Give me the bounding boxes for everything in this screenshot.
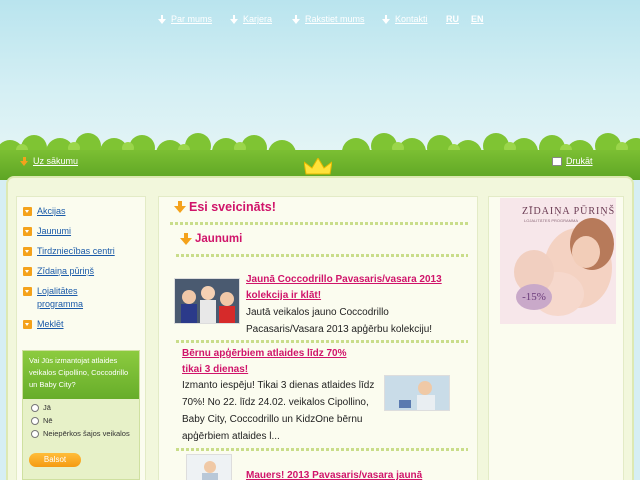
arrow-down-icon	[230, 14, 238, 24]
news-summary: Izmanto iespēju! Tikai 3 dienas atlaides…	[182, 380, 375, 442]
arrow-down-icon	[292, 14, 300, 24]
language-en-link[interactable]: EN	[471, 14, 484, 24]
sidebar-item-label[interactable]: Akcijas	[37, 205, 66, 218]
poll-option-label: Neiepērkos šajos veikalos	[43, 429, 130, 438]
children-photo-icon	[175, 279, 239, 323]
sidebar-item-akcijas[interactable]: Akcijas	[23, 205, 139, 218]
news-title-link[interactable]: Mauers! 2013 Pavasaris/vasara jaunā	[246, 468, 466, 480]
sidebar-item-label[interactable]: Meklēt	[37, 318, 64, 331]
news-title-link[interactable]: Jaunā Coccodrillo Pavasaris/vasara 2013 …	[246, 272, 466, 304]
arrow-bullet-icon	[23, 227, 32, 236]
arrow-down-icon	[174, 201, 186, 213]
arrow-down-icon	[158, 14, 166, 24]
sidebar-item-label[interactable]: Tirdzniecības centri	[37, 245, 115, 258]
news-thumbnail[interactable]	[186, 454, 232, 480]
promo-title: ZĪDAIŅA PŪRIŅŠ	[522, 206, 616, 217]
nav-label: Rakstiet mums	[305, 14, 365, 24]
poll-option[interactable]: Neiepērkos šajos veikalos	[31, 429, 139, 438]
arrow-down-icon	[382, 14, 390, 24]
printer-icon	[552, 156, 562, 166]
crown-icon	[304, 158, 332, 175]
nav-label: Karjera	[243, 14, 273, 24]
divider	[176, 340, 468, 343]
sidebar-item-jaunumi[interactable]: Jaunumi	[23, 225, 139, 238]
poll-option[interactable]: Nē	[31, 416, 139, 425]
divider	[176, 254, 468, 257]
news-thumbnail[interactable]	[384, 375, 450, 411]
sidebar-item-label[interactable]: Lojalitātes programma	[37, 285, 101, 311]
baby-photo-icon	[385, 376, 449, 410]
nav-label: Par mums	[171, 14, 213, 24]
arrow-bullet-icon	[23, 287, 32, 296]
divider	[176, 448, 468, 451]
arrow-bullet-icon	[23, 320, 32, 329]
welcome-heading-text: Esi sveicināts!	[189, 200, 276, 214]
radio-button[interactable]	[31, 429, 39, 438]
discount-badge: -15%	[516, 284, 552, 310]
radio-button[interactable]	[31, 416, 39, 425]
child-photo-icon	[187, 455, 231, 480]
poll-option-label: Jā	[43, 403, 51, 412]
poll-option[interactable]: Jā	[31, 403, 139, 412]
sidebar-item-centri[interactable]: Tirdzniecības centri	[23, 245, 139, 258]
nav-item-contacts[interactable]: Kontakti	[382, 14, 428, 24]
nav-item-write-us[interactable]: Rakstiet mums	[292, 14, 365, 24]
news-thumbnail[interactable]	[174, 278, 240, 324]
poll-option-label: Nē	[43, 416, 53, 425]
nav-item-career[interactable]: Karjera	[230, 14, 272, 24]
divider	[170, 222, 470, 225]
print-label: Drukāt	[566, 156, 593, 166]
radio-button[interactable]	[31, 403, 39, 412]
promo-banner[interactable]: ZĪDAIŅA PŪRIŅŠ LOJALITĀTES PROGRAMMA -15…	[500, 198, 616, 324]
arrow-bullet-icon	[23, 207, 32, 216]
vote-button[interactable]: Balsot	[29, 453, 81, 467]
news-heading: Jaunumi	[180, 233, 242, 245]
home-link[interactable]: Uz sākumu	[20, 156, 78, 166]
arrow-bullet-icon	[23, 267, 32, 276]
promo-subtitle: LOJALITĀTES PROGRAMMA	[524, 218, 579, 223]
sidebar-item-label[interactable]: Jaunumi	[37, 225, 71, 238]
print-link[interactable]: Drukāt	[552, 156, 593, 166]
sidebar-item-meklet[interactable]: Meklēt	[23, 318, 139, 331]
arrow-down-icon	[20, 156, 29, 166]
poll-question: Vai Jūs izmantojat atlaides veikalos Cip…	[23, 351, 139, 399]
arrow-bullet-icon	[23, 247, 32, 256]
sidebar-item-lojalitates[interactable]: Lojalitātes programma	[23, 285, 139, 311]
news-summary: Jautā veikalos jauno Coccodrillo Pacasar…	[246, 307, 433, 335]
arrow-down-icon	[180, 233, 192, 245]
sidebar-item-label[interactable]: Zīdaiņa pūriņš	[37, 265, 94, 278]
language-ru-link[interactable]: RU	[446, 14, 459, 24]
nav-label: Kontakti	[395, 14, 428, 24]
news-heading-text: Jaunumi	[195, 233, 243, 245]
poll-box: Vai Jūs izmantojat atlaides veikalos Cip…	[22, 350, 140, 480]
news-title-link[interactable]: Bērnu apģērbiem atlaides līdz 70% tikai …	[182, 346, 366, 378]
nav-item-about[interactable]: Par mums	[158, 14, 212, 24]
sidebar-item-purins[interactable]: Zīdaiņa pūriņš	[23, 265, 139, 278]
top-navigation: Par mums Karjera Rakstiet mums Kontakti …	[0, 0, 640, 42]
home-label: Uz sākumu	[33, 156, 79, 166]
welcome-heading: Esi sveicināts!	[174, 200, 276, 214]
